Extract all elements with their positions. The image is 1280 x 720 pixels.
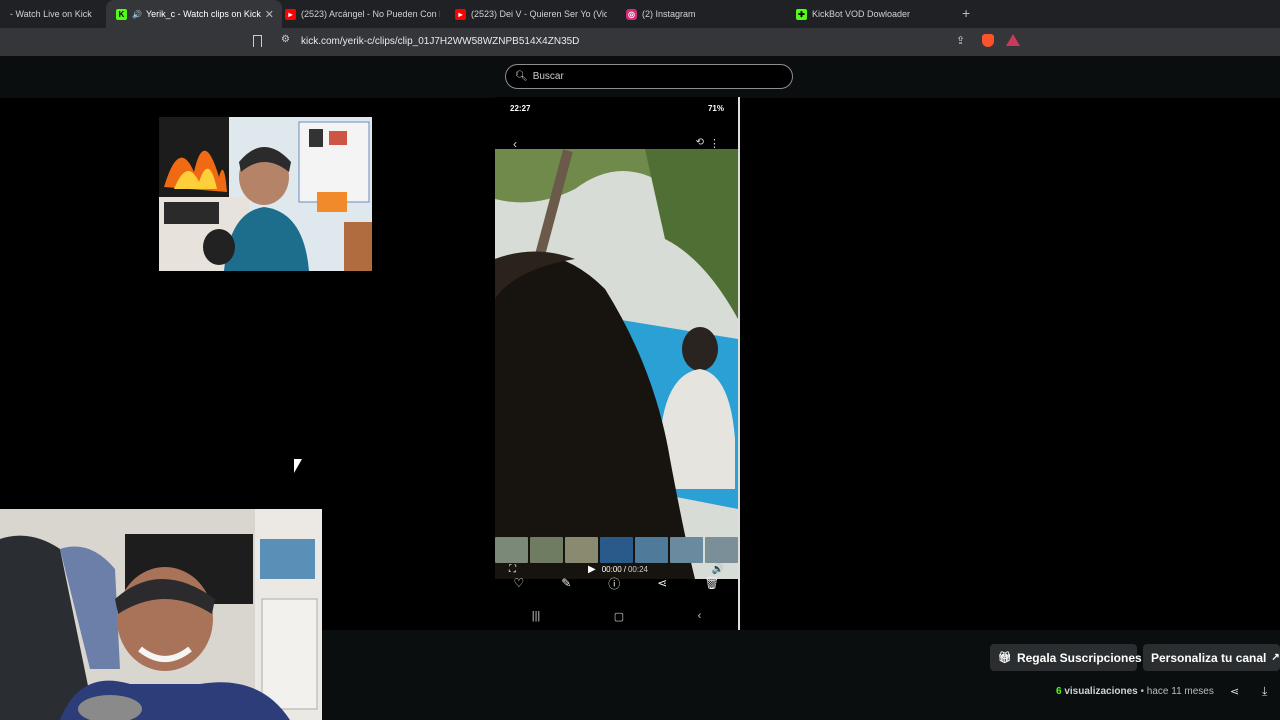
tab-label: KickBot VOD Dowloader xyxy=(812,9,911,19)
brave-rewards-icon[interactable] xyxy=(1006,34,1020,46)
tab-label: Yerik_c - Watch clips on Kick xyxy=(145,9,261,19)
new-tab-button[interactable]: + xyxy=(962,5,970,21)
audio-playing-icon: 🔊 xyxy=(132,9,142,19)
address-bar xyxy=(0,28,1280,56)
tab-dei-v[interactable]: ▸ (2523) Dei V - Quieren Ser Yo (Video xyxy=(455,0,607,28)
timeline-thumb xyxy=(705,537,738,563)
clip-info-bar xyxy=(322,630,1280,720)
video-frame: ⛶ ▶ 00:00 / 00:24 🔊 xyxy=(495,149,738,579)
view-count: 6 xyxy=(1056,686,1062,697)
close-tab-icon[interactable]: ✕ xyxy=(265,8,274,21)
rotate-icon: ⟲ xyxy=(695,137,704,148)
tab-label: (2523) Dei V - Quieren Ser Yo (Video xyxy=(471,9,607,19)
share-icon[interactable]: ⇪ xyxy=(956,34,965,47)
timeline-thumb xyxy=(565,537,598,563)
bookmark-icon[interactable] xyxy=(253,35,262,47)
timeline-thumb xyxy=(495,537,528,563)
share-clip-icon[interactable]: ⋖ xyxy=(1230,685,1239,698)
info-icon: ⓘ xyxy=(608,576,621,591)
clip-stats: 6 visualizaciones • hace 11 meses xyxy=(1056,686,1214,697)
video-timeline-thumbnails[interactable] xyxy=(495,537,738,563)
tab-kick-live[interactable]: - Watch Live on Kick xyxy=(0,0,110,28)
customize-channel-label: Personaliza tu canal xyxy=(1151,650,1267,665)
recent-apps-icon: ||| xyxy=(531,610,541,622)
browser-tab-bar: - Watch Live on Kick K 🔊 Yerik_c - Watch… xyxy=(0,0,1280,28)
webcam-overlay-top xyxy=(159,117,372,271)
timeline-thumb xyxy=(670,537,703,563)
phone-battery: 71% xyxy=(707,104,724,113)
search-box[interactable]: 🔍︎ Buscar xyxy=(505,64,793,89)
phone-time: 22:27 xyxy=(510,104,531,113)
tab-label: (2523) Arcángel - No Pueden Con El xyxy=(301,9,440,19)
back-nav-icon: ‹ xyxy=(697,610,702,622)
trash-icon: 🗑︎ xyxy=(704,576,720,590)
customize-channel-button[interactable]: Personaliza tu canal ↗ xyxy=(1143,644,1280,671)
tab-label: - Watch Live on Kick xyxy=(10,9,92,19)
instagram-icon: ◎ xyxy=(626,8,637,20)
youtube-icon: ▸ xyxy=(285,8,296,20)
youtube-icon: ▸ xyxy=(455,8,466,20)
url-field[interactable]: kick.com/yerik-c/clips/clip_01J7H2WW58WZ… xyxy=(301,36,579,47)
download-icon[interactable]: ⤓ xyxy=(1262,684,1267,699)
webcam-image xyxy=(0,509,322,720)
clip-age: hace 11 meses xyxy=(1146,686,1214,697)
gift-subscriptions-label: Regala Suscripciones xyxy=(1016,650,1142,665)
tab-arcangel[interactable]: ▸ (2523) Arcángel - No Pueden Con El xyxy=(285,0,440,28)
home-icon: ▢ xyxy=(613,610,625,623)
phone-nav-bar: ||| ▢ ‹ xyxy=(495,607,738,625)
share-icon: ⋖ xyxy=(657,576,668,590)
timeline-thumb xyxy=(600,537,633,563)
tab-instagram[interactable]: ◎ (2) Instagram xyxy=(626,0,776,28)
tab-yerik-clips[interactable]: K 🔊 Yerik_c - Watch clips on Kick ✕ xyxy=(106,0,282,28)
view-count-label: visualizaciones xyxy=(1064,686,1138,697)
tab-label: (2) Instagram xyxy=(642,9,696,19)
timeline-thumb xyxy=(530,537,563,563)
tab-kickbot[interactable]: ✚ KickBot VOD Dowloader xyxy=(796,0,946,28)
kick-icon: K xyxy=(116,8,127,20)
webcam-overlay-bottom xyxy=(0,509,322,720)
gift-subscriptions-button[interactable]: 🎁︎ Regala Suscripciones xyxy=(990,644,1142,671)
external-link-icon: ↗ xyxy=(1271,652,1280,663)
heart-icon: ♡ xyxy=(513,576,525,590)
phone-action-bar: ♡ ✎ ⓘ ⋖ 🗑︎ xyxy=(495,573,738,593)
extension-icon: ✚ xyxy=(796,8,807,20)
edit-icon: ✎ xyxy=(561,576,572,590)
video-image xyxy=(495,149,738,579)
clip-video-player[interactable]: 22:27 71% ‹ ⟲ ⋮ ⛶ ▶ 00:00 / 00:24 🔊 ♡ ✎ … xyxy=(495,97,740,630)
search-icon: 🔍︎ xyxy=(515,71,528,82)
mouse-cursor xyxy=(294,459,302,473)
meta-separator: • xyxy=(1140,686,1145,697)
gift-icon: 🎁︎ xyxy=(998,652,1012,664)
brave-shields-icon[interactable] xyxy=(982,34,994,47)
webcam-image xyxy=(159,117,372,271)
site-info-icon[interactable]: ⚙ xyxy=(281,34,290,45)
timeline-thumb xyxy=(635,537,668,563)
search-placeholder: Buscar xyxy=(532,71,564,82)
